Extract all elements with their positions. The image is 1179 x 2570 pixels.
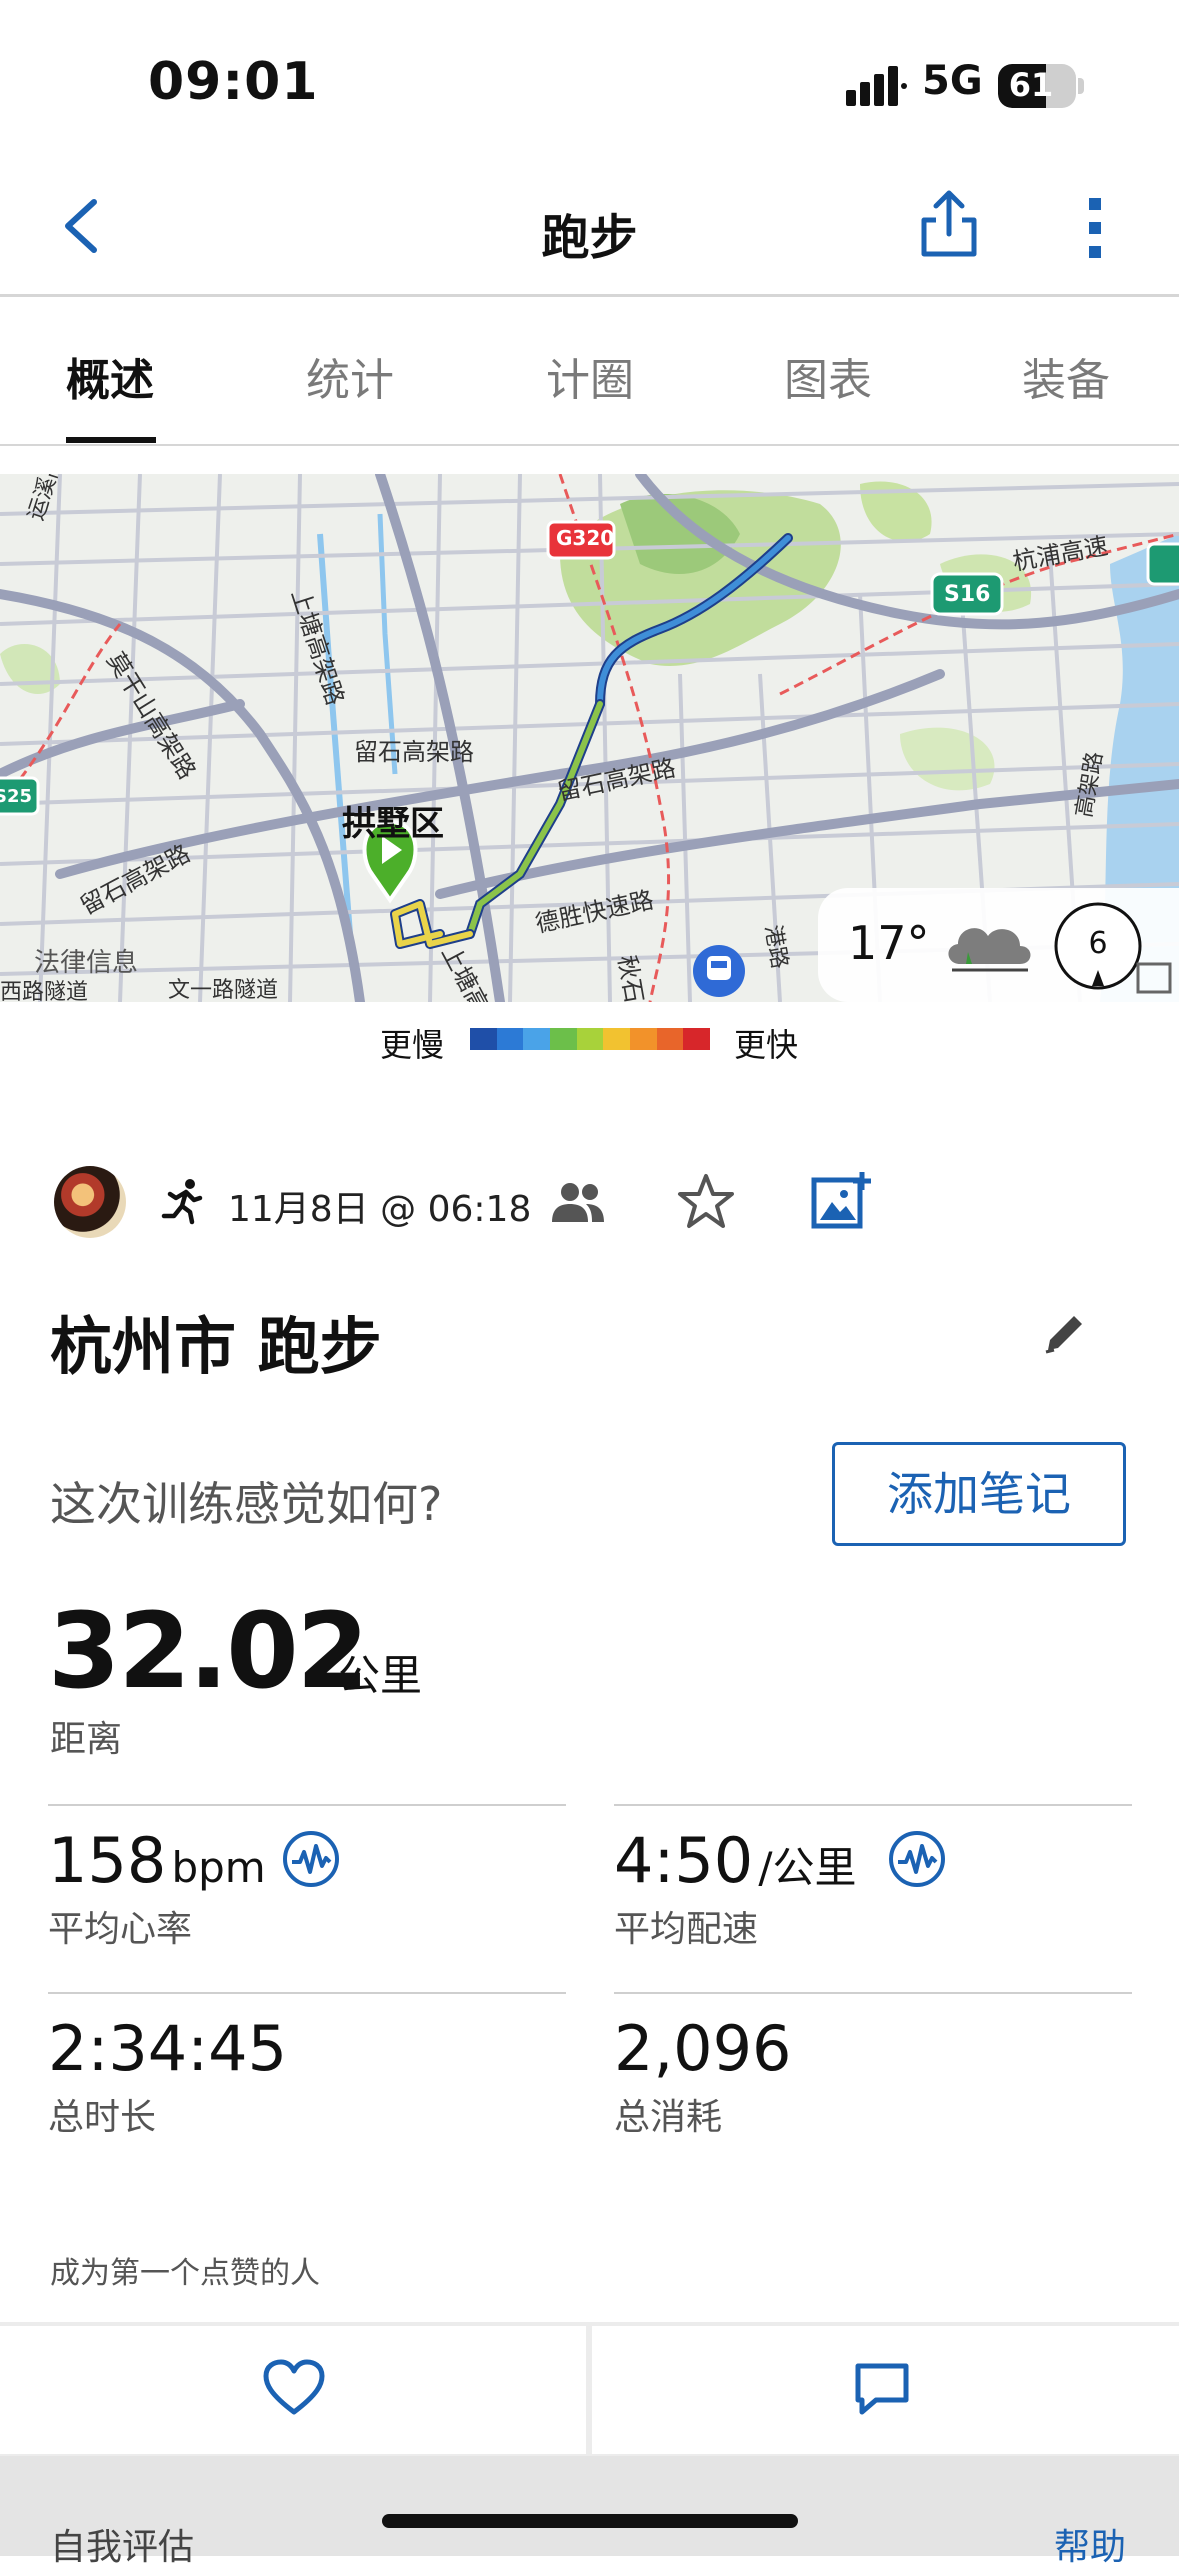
pace-zone-icon[interactable] [888,1830,946,1888]
battery-tip [1078,78,1084,94]
avg-pace-label: 平均配速 [614,1909,759,1950]
legend-slow-label: 更慢 [380,1026,445,1064]
map-label-wenyi: 文一路隧道 [168,978,279,1002]
battery-percent: 61 [1008,66,1054,104]
legend-swatch [603,1028,631,1050]
legend-swatch [550,1028,577,1050]
feel-question: 这次训练感觉如何? [50,1477,443,1531]
star-icon[interactable] [676,1172,736,1232]
total-calories-value: 2,096 [614,2012,792,2085]
add-note-button[interactable]: 添加笔记 [832,1442,1126,1546]
total-calories-label: 总消耗 [614,2097,723,2138]
avg-pace[interactable]: 4:50 /公里 [614,1824,856,1897]
tabs-divider [0,444,1179,446]
weather-panel: 17° 6 [818,888,1179,1002]
total-time-label: 总时长 [48,2097,157,2138]
heart-rate-zone-icon[interactable] [282,1830,340,1888]
distance-label: 距离 [50,1719,123,1760]
tab-laps[interactable]: 计圈 [546,344,634,408]
legend-swatch [656,1028,684,1050]
tab-overview[interactable]: 概述 [66,344,154,408]
avg-pace-unit: /公里 [758,1843,857,1892]
activity-date: 11月8日 @ 06:18 [228,1189,532,1230]
map-label-liushi-1: 留石高架路 [354,738,474,766]
distance-value: 32.02 [48,1590,369,1712]
cloud-icon [948,928,1031,972]
map-layers-icon[interactable] [1134,960,1174,996]
legend-swatch [576,1028,604,1050]
avatar[interactable] [54,1166,126,1238]
avg-heart-rate-unit: bpm [171,1843,266,1892]
status-time: 09:01 [148,52,319,112]
legend-swatch [630,1028,657,1050]
avg-heart-rate[interactable]: 158 bpm [48,1824,266,1897]
self-evaluation-link[interactable]: 自我评估 [50,2518,194,2570]
tab-gear[interactable]: 装备 [1022,344,1110,408]
avg-pace-value: 4:50 [614,1824,754,1897]
map-label-gongshu: 拱墅区 [342,804,444,844]
stat-divider [614,1992,1132,1994]
legend-fast-label: 更快 [734,1026,799,1064]
share-icon[interactable] [920,190,978,258]
network-type: 5G [922,58,983,104]
tab-charts[interactable]: 图表 [784,344,872,408]
nav-divider [0,294,1179,297]
tab-stats[interactable]: 统计 [306,344,394,408]
like-prompt: 成为第一个点赞的人 [50,2256,320,2291]
add-photo-icon[interactable] [810,1170,874,1230]
edit-icon[interactable] [1040,1308,1090,1358]
route-map[interactable]: G320 S16 S25 杭浦高速 莫干山高架路 上塘高架路 留石高架路 留石高… [0,474,1179,1002]
legend-swatch [683,1028,711,1050]
comment-icon[interactable] [852,2360,912,2418]
legend-swatch [523,1028,551,1050]
stat-divider [614,1804,1132,1806]
total-time-value: 2:34:45 [48,2012,288,2085]
more-icon[interactable] [1080,196,1110,260]
map-label-s25: S25 [0,786,33,807]
stat-divider [48,1804,566,1806]
wind-speed: 6 [1088,926,1108,961]
signal-icon [846,66,907,106]
people-icon[interactable] [550,1180,606,1226]
page-title: 跑步 [541,210,638,266]
pace-legend-bar [470,1028,711,1050]
avg-heart-rate-value: 158 [48,1824,167,1897]
battery-indicator: 61 [998,64,1076,108]
stat-divider [48,1992,566,1994]
avg-heart-rate-label: 平均心率 [48,1909,193,1950]
metro-icon [693,945,745,997]
home-indicator [382,2514,798,2528]
shield-right-icon [1146,542,1179,586]
map-label-s16: S16 [944,582,991,607]
help-link[interactable]: 帮助 [1054,2518,1126,2570]
map-label-g320: G320 [556,526,615,550]
legend-swatch [496,1028,524,1050]
legend-swatch [470,1028,497,1050]
distance-unit: 公里 [338,1651,423,1700]
map-label-xixi: 西路隧道 [0,980,89,1002]
heart-icon[interactable] [262,2358,326,2418]
activity-title: 杭州市 跑步 [50,1310,382,1383]
weather-temperature: 17° [848,916,930,970]
active-tab-indicator [66,437,156,443]
running-icon [161,1179,203,1225]
